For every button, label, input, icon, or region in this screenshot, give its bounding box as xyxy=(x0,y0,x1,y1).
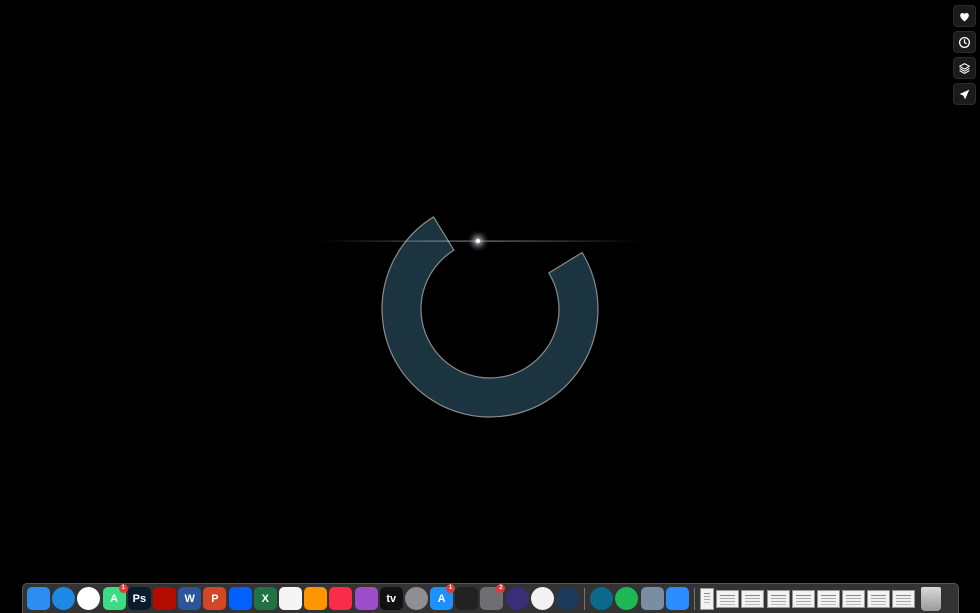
quicktime-icon[interactable] xyxy=(556,587,580,610)
dock-app-label: tv xyxy=(386,592,397,605)
notification-badge: 1 xyxy=(446,584,456,593)
excel-icon[interactable]: X xyxy=(253,587,277,610)
loading-spinner xyxy=(320,216,640,418)
document-thumbnail[interactable] xyxy=(842,589,866,608)
zoom-icon[interactable] xyxy=(665,587,689,610)
preview-icon[interactable] xyxy=(640,587,664,610)
dock-separator xyxy=(584,587,586,610)
launchpad-icon[interactable] xyxy=(404,587,428,610)
chrome-icon[interactable] xyxy=(77,587,101,610)
siri-icon[interactable] xyxy=(505,587,529,610)
podcasts-icon[interactable] xyxy=(354,587,378,610)
final-cut-icon[interactable] xyxy=(455,587,479,610)
dock-app-label: P xyxy=(211,592,219,605)
word-icon[interactable]: W xyxy=(178,587,202,610)
dock-app-label: Ps xyxy=(132,592,147,605)
dock-app-label: X xyxy=(261,592,269,605)
dock-app-label: A xyxy=(437,592,446,605)
android-icon[interactable]: A1 xyxy=(102,584,128,610)
news-icon[interactable] xyxy=(278,587,302,610)
dropbox-icon[interactable] xyxy=(228,587,252,610)
document-thumbnail[interactable] xyxy=(699,587,714,610)
document-thumbnail[interactable] xyxy=(816,589,840,608)
dock-app-label: A xyxy=(110,592,119,605)
lens-flare-core xyxy=(476,239,480,243)
system-preferences-icon[interactable]: 2 xyxy=(480,584,506,610)
document-thumbnail[interactable] xyxy=(791,589,815,608)
finder-icon[interactable] xyxy=(27,587,51,610)
dock-app-label: W xyxy=(184,592,195,605)
document-thumbnail[interactable] xyxy=(766,589,790,608)
safari-icon[interactable] xyxy=(52,587,76,610)
progress-ring-fill xyxy=(382,216,598,417)
apple-tv-icon[interactable]: tv xyxy=(379,587,403,610)
notification-badge: 2 xyxy=(496,584,506,593)
document-thumbnail[interactable] xyxy=(867,589,891,608)
acrobat-icon[interactable] xyxy=(153,587,177,610)
books-icon[interactable] xyxy=(304,587,328,610)
trash-icon[interactable] xyxy=(920,586,941,611)
document-thumbnail[interactable] xyxy=(716,589,740,608)
document-thumbnail[interactable] xyxy=(741,589,765,608)
app-store-icon[interactable]: A1 xyxy=(430,584,456,610)
dock-separator xyxy=(693,587,695,610)
dock: A 1 Ps W P Xtv A 1 2 xyxy=(22,583,959,613)
screen-saver-icon[interactable] xyxy=(590,587,614,610)
photoshop-icon[interactable]: Ps xyxy=(127,587,151,610)
network-radar-icon[interactable] xyxy=(530,587,554,610)
notification-badge: 1 xyxy=(118,584,128,593)
document-thumbnail[interactable] xyxy=(892,589,916,608)
music-icon[interactable] xyxy=(329,587,353,610)
powerpoint-icon[interactable]: P xyxy=(203,587,227,610)
spotify-icon[interactable] xyxy=(615,587,639,610)
